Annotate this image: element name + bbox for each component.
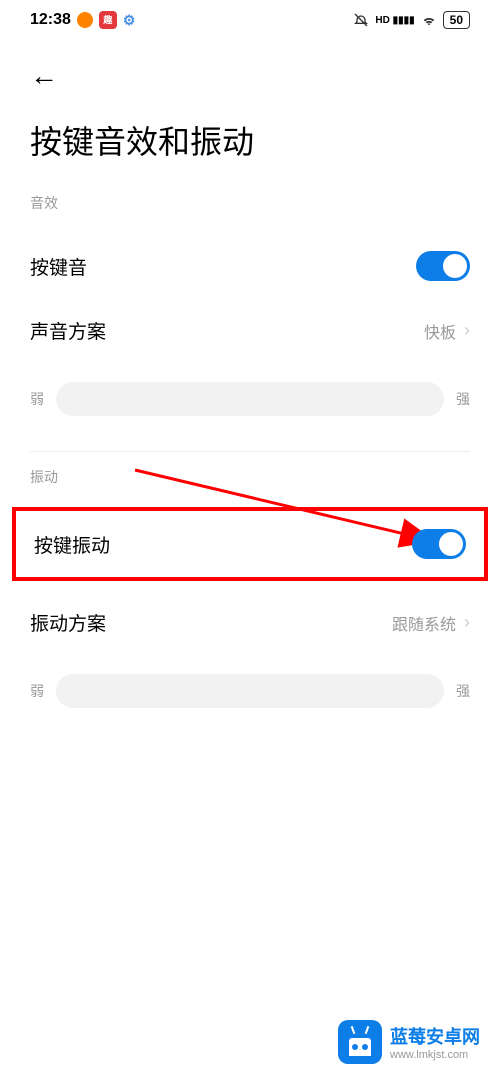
signal-icon: HD ▮▮▮▮ [375,15,414,26]
watermark-logo-icon [338,1020,382,1064]
setting-label: 声音方案 [30,317,106,344]
status-left: 12:38 趣 ⚙ [30,11,135,29]
watermark-url: www.lmkjst.com [390,1049,480,1061]
app-badge-icon: 趣 [99,11,117,29]
setting-label: 振动方案 [30,609,106,636]
back-button[interactable]: ← [30,60,58,91]
highlight-annotation: 按键振动 [12,507,488,581]
slider-max-label: 强 [456,681,470,701]
setting-keypress-sound[interactable]: 按键音 [0,233,500,299]
section-label-sound: 音效 [0,193,500,213]
setting-vibration-scheme[interactable]: 振动方案 跟随系统 › [0,591,500,654]
setting-sound-scheme[interactable]: 声音方案 快板 › [0,299,500,362]
mute-icon [353,12,369,28]
page-title: 按键音效和振动 [0,102,500,193]
toggle-keypress-sound[interactable] [416,251,470,281]
chevron-right-icon: › [464,320,470,341]
sound-slider-row: 弱 强 [0,362,500,436]
setting-value: 跟随系统 › [392,611,470,635]
vibration-slider-row: 弱 强 [0,654,500,728]
paw-icon: ⚙ [123,12,136,29]
sound-slider[interactable] [56,382,444,416]
chevron-right-icon: › [464,612,470,633]
watermark-title: 蓝莓安卓网 [390,1023,480,1049]
setting-value: 快板 › [424,319,470,343]
watermark: 蓝莓安卓网 www.lmkjst.com [338,1020,480,1064]
status-right: HD ▮▮▮▮ 50 [353,11,470,29]
setting-keypress-vibration[interactable]: 按键振动 [16,511,484,577]
slider-max-label: 强 [456,389,470,409]
watermark-text: 蓝莓安卓网 www.lmkjst.com [390,1023,480,1061]
slider-min-label: 弱 [30,389,44,409]
section-label-vibration: 振动 [0,467,500,487]
status-bar: 12:38 趣 ⚙ HD ▮▮▮▮ 50 [0,0,500,40]
divider [30,451,470,452]
wifi-icon [421,12,437,28]
setting-label: 按键音 [30,253,87,280]
vibration-slider[interactable] [56,674,444,708]
slider-min-label: 弱 [30,681,44,701]
status-time: 12:38 [30,11,71,29]
toggle-keypress-vibration[interactable] [412,529,466,559]
nav-bar: ← [0,40,500,102]
weibo-icon [77,12,93,28]
setting-label: 按键振动 [34,531,110,558]
battery-icon: 50 [443,11,470,29]
